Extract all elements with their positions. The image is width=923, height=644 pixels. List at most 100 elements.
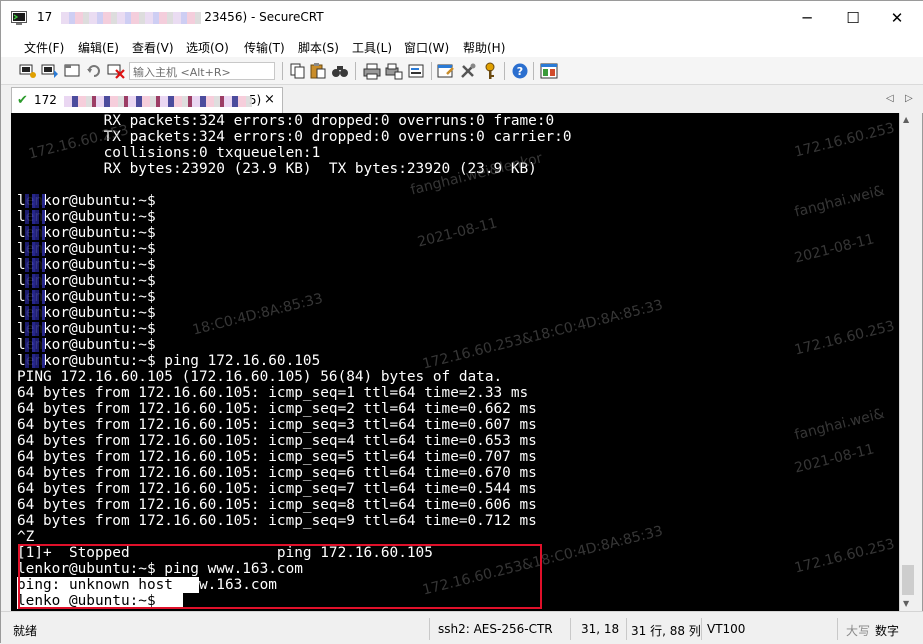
maximize-button[interactable]: ☐	[830, 1, 876, 35]
terminal-line: lenkor@ubuntu:~$	[17, 241, 156, 257]
terminal-line: 64 bytes from 172.16.60.105: icmp_seq=4 …	[17, 433, 537, 449]
keymap-icon[interactable]	[481, 62, 499, 80]
terminal-line: RX bytes:23920 (23.9 KB) TX bytes:23920 …	[17, 161, 537, 177]
close-button[interactable]: ✕	[874, 1, 920, 35]
status-cipher: ssh2: AES-256-CTR	[438, 622, 553, 636]
status-separator	[837, 618, 838, 640]
menu-bar: 文件(F) 编辑(E) 查看(V) 选项(O) 传输(T) 脚本(S) 工具(L…	[1, 35, 923, 57]
terminal-output: RX packets:324 errors:0 dropped:0 overru…	[17, 113, 572, 609]
redacted-username	[25, 210, 45, 224]
session-tab[interactable]: ✔ 172 5) ×	[11, 87, 283, 113]
menu-script[interactable]: 脚本(S)	[298, 39, 339, 56]
menu-options[interactable]: 选项(O)	[186, 39, 229, 56]
status-ready: 就绪	[13, 624, 38, 638]
status-separator	[626, 618, 627, 640]
redacted-username	[25, 322, 45, 336]
securecrt-app-icon	[11, 11, 27, 25]
reconnect-icon[interactable]	[85, 62, 103, 80]
terminal-line: 64 bytes from 172.16.60.105: icmp_seq=3 …	[17, 417, 537, 433]
status-separator	[570, 618, 571, 640]
terminal-line: 64 bytes from 172.16.60.105: icmp_seq=1 …	[17, 385, 529, 401]
toolbar-separator	[282, 62, 283, 80]
terminal-line: lenkor@ubuntu:~$	[17, 209, 156, 225]
scrollbar-thumb[interactable]	[902, 565, 914, 595]
toolbar-separator	[431, 62, 432, 80]
menu-tools[interactable]: 工具(L)	[352, 39, 392, 56]
paste-icon[interactable]	[309, 62, 327, 80]
terminal-line: lenkor@ubuntu:~$	[17, 305, 156, 321]
connect-tab-icon[interactable]	[63, 62, 81, 80]
svg-text:?: ?	[517, 65, 523, 78]
minimize-button[interactable]: ─	[784, 1, 830, 35]
menu-view[interactable]: 查看(V)	[132, 39, 174, 56]
terminal-line: lenkor@ubuntu:~$ ping 172.16.60.105	[17, 353, 321, 369]
status-cursor-position: 31, 18	[581, 622, 620, 636]
redacted-username	[25, 274, 45, 288]
terminal-line: 64 bytes from 172.16.60.105: icmp_seq=5 …	[17, 449, 537, 465]
connect-icon[interactable]	[19, 62, 37, 80]
watermark-text: 2021-08-11	[793, 231, 876, 267]
terminal-line: lenkor@ubuntu:~$	[17, 289, 156, 305]
global-options-icon[interactable]	[459, 62, 477, 80]
connected-check-icon: ✔	[17, 93, 28, 108]
status-separator	[701, 618, 702, 640]
status-caps-lock: 大写	[846, 624, 871, 638]
status-emulation: VT100	[707, 622, 746, 636]
terminal-line: 64 bytes from 172.16.60.105: icmp_seq=9 …	[17, 513, 537, 529]
copy-icon[interactable]	[289, 62, 307, 80]
menu-edit[interactable]: 编辑(E)	[78, 39, 119, 56]
redacted-username	[25, 354, 45, 368]
tab-scroll-right-icon[interactable]: ▷	[905, 93, 913, 104]
terminal-area[interactable]: RX packets:324 errors:0 dropped:0 overru…	[11, 113, 899, 611]
terminal-line: 64 bytes from 172.16.60.105: icmp_seq=7 …	[17, 481, 537, 497]
sftp-icon[interactable]	[540, 62, 558, 80]
window-title-prefix: 17	[37, 10, 53, 24]
status-terminal-size: 31 行, 88 列	[631, 624, 701, 638]
terminal-line: PING 172.16.60.105 (172.16.60.105) 56(84…	[17, 369, 503, 385]
terminal-line: 64 bytes from 172.16.60.105: icmp_seq=2 …	[17, 401, 537, 417]
menu-help[interactable]: 帮助(H)	[463, 39, 505, 56]
menu-file[interactable]: 文件(F)	[24, 39, 64, 56]
find-icon[interactable]	[331, 62, 349, 80]
terminal-line: lenkor@ubuntu:~$	[17, 321, 156, 337]
terminal-line: 64 bytes from 172.16.60.105: icmp_seq=8 …	[17, 497, 537, 513]
redacted-hostname	[61, 12, 201, 24]
watermark-text: 2021-08-11	[793, 441, 876, 477]
terminal-line: collisions:0 txqueuelen:1	[17, 145, 321, 161]
watermark-text: 172.16.60.253	[793, 318, 897, 359]
print-setup-icon[interactable]	[385, 62, 403, 80]
terminal-line: lenkor@ubuntu:~$	[17, 193, 156, 209]
properties-icon[interactable]	[437, 62, 455, 80]
status-separator	[429, 618, 430, 640]
disconnect-icon[interactable]	[107, 62, 125, 80]
print-icon[interactable]	[363, 62, 381, 80]
redacted-username	[25, 242, 45, 256]
scroll-down-arrow-icon[interactable]: ▼	[903, 599, 909, 608]
status-bar: 就绪 ssh2: AES-256-CTR 31, 18 31 行, 88 列 V…	[1, 611, 923, 644]
session-tab-bar: ✔ 172 5) × ◁ ▷	[1, 85, 923, 113]
host-input[interactable]: 输入主机 <Alt+R>	[129, 62, 275, 80]
tab-scroll-left-icon[interactable]: ◁	[886, 93, 894, 104]
terminal-line: lenkor@ubuntu:~$	[17, 337, 156, 353]
red-highlight-box	[18, 544, 542, 609]
watermark-text: fanghai.wei&	[793, 405, 887, 444]
quick-connect-icon[interactable]	[41, 62, 59, 80]
terminal-scrollbar[interactable]: ▲ ▼	[899, 113, 915, 611]
tab-close-button[interactable]: ×	[264, 92, 275, 107]
window-title-suffix: 23456) - SecureCRT	[204, 10, 324, 24]
redacted-username	[25, 338, 45, 352]
terminal-line: lenkor@ubuntu:~$	[17, 257, 156, 273]
menu-transfer[interactable]: 传输(T)	[244, 39, 285, 56]
watermark-text: 172.16.60.253	[793, 536, 897, 577]
menu-window[interactable]: 窗口(W)	[404, 39, 449, 56]
toolbar-separator	[355, 62, 356, 80]
terminal-line: lenkor@ubuntu:~$	[17, 225, 156, 241]
redacted-username	[25, 226, 45, 240]
help-icon[interactable]: ?	[511, 62, 529, 80]
print-selection-icon[interactable]	[407, 62, 425, 80]
watermark-text: fanghai.wei&	[793, 182, 887, 221]
toolbar: 输入主机 <Alt+R> ?	[1, 57, 923, 85]
toolbar-separator	[533, 62, 534, 80]
scroll-up-arrow-icon[interactable]: ▲	[903, 115, 909, 124]
terminal-line: TX packets:324 errors:0 dropped:0 overru…	[17, 129, 572, 145]
